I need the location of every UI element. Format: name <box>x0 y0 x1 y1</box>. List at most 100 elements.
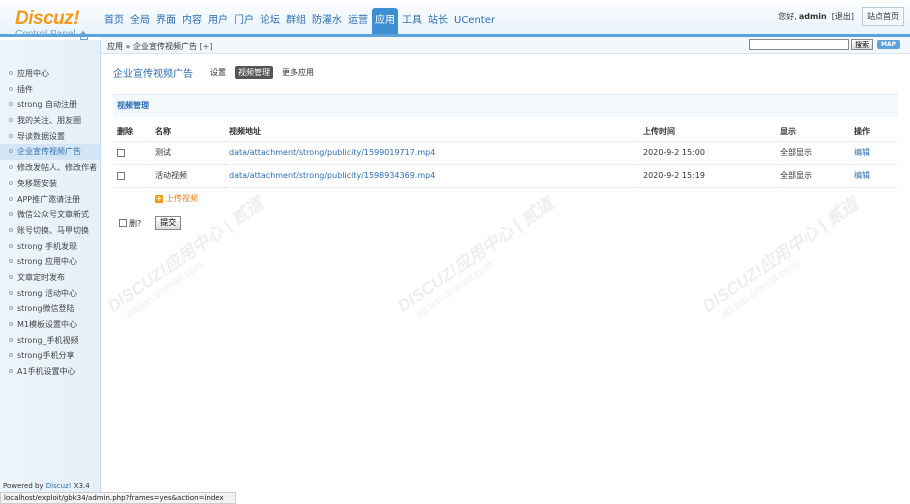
breadcrumb: 应用 » 企业宣传视频广告 [+] <box>107 41 212 52</box>
topnav-item[interactable]: 用户 <box>206 8 230 32</box>
sidebar-item[interactable]: strong_手机视频 <box>0 333 100 349</box>
sidebar-item[interactable]: 文章定时发布 <box>0 270 100 286</box>
sidebar-item[interactable]: strong 手机发现 <box>0 239 100 255</box>
topnav-item[interactable]: 门户 <box>232 8 256 32</box>
breadcrumb-bar: 应用 » 企业宣传视频广告 [+] 搜索 MAP <box>101 37 910 54</box>
delete-submit-row: 删? 提交 <box>113 216 898 230</box>
sidebar-item[interactable]: 应用中心 <box>0 66 100 82</box>
bullet-icon <box>9 71 13 75</box>
topnav-item[interactable]: 界面 <box>154 8 178 32</box>
sidebar-item[interactable]: strong 活动中心 <box>0 286 100 302</box>
submit-button[interactable]: 提交 <box>155 216 182 230</box>
video-url-link[interactable]: data/attachment/strong/publicity/1599019… <box>229 148 435 157</box>
sidebar-item-label: 应用中心 <box>17 69 49 78</box>
plus-icon: + <box>155 193 163 203</box>
video-table: 删除 名称 视频地址 上传时间 显示 操作 测试 data/attachment/… <box>113 123 898 210</box>
select-all-checkbox[interactable] <box>119 219 127 227</box>
sidebar-item-label: strong 活动中心 <box>17 288 78 298</box>
topnav-item[interactable]: 应用 <box>372 8 398 34</box>
add-shortcut-link[interactable]: [+] <box>200 42 213 51</box>
sidebar-item[interactable]: 企业宣传视频广告 <box>0 144 100 161</box>
sub-tab[interactable]: 更多应用 <box>279 66 317 79</box>
topnav-item[interactable]: 站长 <box>426 8 450 32</box>
bullet-icon <box>9 180 13 185</box>
powered-prefix: Powered by <box>3 482 46 490</box>
topnav-item[interactable]: 工具 <box>400 8 424 32</box>
sidebar-item[interactable]: 导读数据设置 <box>0 129 100 145</box>
sidebar-item[interactable]: 微信公众号文章新式 <box>0 207 100 223</box>
map-button[interactable]: MAP <box>876 40 900 49</box>
col-display: 显示 <box>780 127 796 137</box>
search-button[interactable]: 搜索 <box>850 39 873 50</box>
topnav-item[interactable]: 防灌水 <box>310 8 344 32</box>
edit-link[interactable]: 编辑 <box>854 148 870 157</box>
sidebar-item-label: strong微信登陆 <box>17 304 75 314</box>
sidebar-item-label: A1手机设置中心 <box>17 367 76 377</box>
edit-link[interactable]: 编辑 <box>854 171 870 180</box>
display-scope: 全部显示 <box>780 148 812 157</box>
topnav-item[interactable]: 内容 <box>180 8 204 32</box>
sidebar-item-label: 插件 <box>17 84 33 94</box>
logout-link[interactable]: [退出] <box>832 11 854 22</box>
display-scope: 全部显示 <box>780 171 812 180</box>
bullet-icon <box>9 243 13 248</box>
sidebar-item-label: 修改发帖人、修改作者 <box>17 163 97 173</box>
bullet-icon <box>9 369 13 374</box>
upload-video-link[interactable]: + 上传视频 <box>155 193 198 204</box>
sidebar-item[interactable]: strong 应用中心 <box>0 254 100 270</box>
sidebar-item-label: strong 手机发现 <box>17 241 78 251</box>
logo-text: Discuz! <box>15 8 80 29</box>
upload-time: 2020-9-2 15:19 <box>643 171 705 180</box>
sidebar-item-label: strong 应用中心 <box>17 257 78 267</box>
sidebar-item-label: 免移题安装 <box>17 178 57 188</box>
sidebar-item-label: 导读数据设置 <box>17 131 65 141</box>
topnav-item[interactable]: 首页 <box>102 8 126 32</box>
sidebar-item[interactable]: 我的关注、朋友圈 <box>0 113 100 129</box>
search-area: 搜索 MAP <box>748 39 900 50</box>
table-header-row: 删除 名称 视频地址 上传时间 显示 操作 <box>113 123 898 141</box>
discuz-link[interactable]: Discuz! <box>46 482 72 490</box>
topnav-item[interactable]: 群组 <box>284 8 308 32</box>
sidebar-item-label: 我的关注、朋友圈 <box>17 116 81 126</box>
site-home-button[interactable]: 站点首页 <box>862 7 904 26</box>
bullet-icon <box>9 133 13 138</box>
bullet-icon <box>9 322 13 326</box>
bullet-icon <box>9 165 13 170</box>
sidebar-item[interactable]: 账号切换、马甲切换 <box>0 223 100 239</box>
browser-status-bar: localhost/exploit/gbk34/admin.php?frames… <box>0 492 236 504</box>
delete-checkbox[interactable] <box>117 148 125 157</box>
topnav-item[interactable]: 运营 <box>346 8 370 32</box>
sidebar-item-label: APP推广邀请注册 <box>17 194 81 204</box>
sidebar-item-label: 企业宣传视频广告 <box>17 147 81 157</box>
table-row: 测试 data/attachment/strong/publicity/15990… <box>113 140 898 164</box>
search-input[interactable] <box>748 39 849 50</box>
sub-tab[interactable]: 设置 <box>207 66 229 79</box>
topnav-item[interactable]: 全局 <box>128 8 152 32</box>
discuz-logo[interactable]: Discuz! Control Panel <box>15 9 88 40</box>
sidebar-item[interactable]: 免移题安装 <box>0 176 100 192</box>
table-row: 活动视频 data/attachment/strong/publicity/159… <box>113 163 898 187</box>
sidebar-item[interactable]: strong手机分享 <box>0 348 100 364</box>
add-row: + 上传视频 <box>113 186 898 210</box>
delete-checkbox[interactable] <box>117 171 125 180</box>
greeting: 您好, <box>778 12 797 21</box>
topnav-item[interactable]: 论坛 <box>258 8 282 32</box>
sidebar-item[interactable]: M1模板设置中心 <box>0 317 100 333</box>
bullet-icon <box>9 149 13 154</box>
video-url-link[interactable]: data/attachment/strong/publicity/1598934… <box>229 171 435 180</box>
sidebar-item[interactable]: strong微信登陆 <box>0 301 100 317</box>
topnav-item[interactable]: UCenter <box>452 8 497 32</box>
col-url: 视频地址 <box>229 127 261 137</box>
sub-tab[interactable]: 视频管理 <box>235 65 273 79</box>
col-action: 操作 <box>854 127 870 137</box>
sidebar-item-label: strong_手机视频 <box>17 335 79 345</box>
sidebar-item[interactable]: strong 自动注册 <box>0 97 100 113</box>
video-name: 测试 <box>155 148 171 157</box>
sidebar-item[interactable]: A1手机设置中心 <box>0 364 100 380</box>
col-upload-time: 上传时间 <box>643 127 675 137</box>
sidebar-item[interactable]: 修改发帖人、修改作者 <box>0 160 100 176</box>
sidebar-item[interactable]: APP推广邀请注册 <box>0 192 100 208</box>
video-name: 活动视频 <box>155 171 187 180</box>
bullet-icon <box>9 212 13 217</box>
sidebar-item[interactable]: 插件 <box>0 82 100 98</box>
